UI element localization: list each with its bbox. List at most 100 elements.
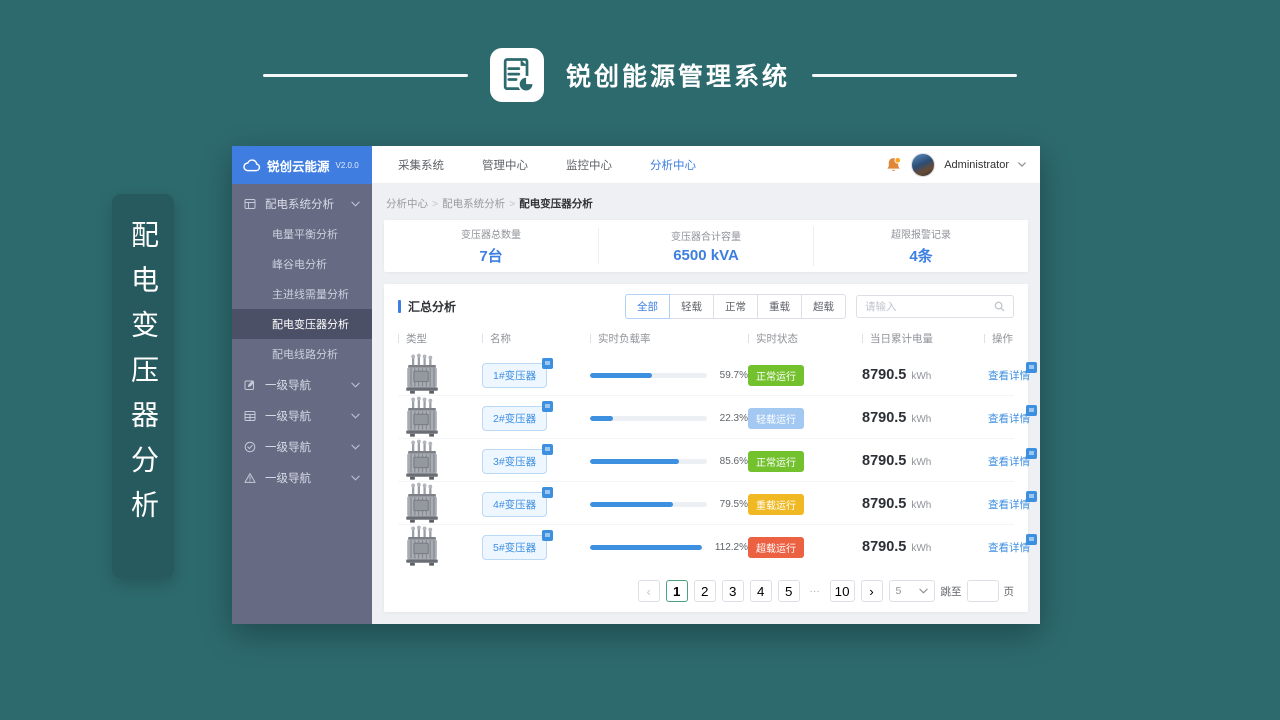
tag-report-icon bbox=[542, 486, 554, 498]
status-filter-group: 全部 轻载 正常 重载 超载 bbox=[625, 294, 846, 319]
pagination-page-5[interactable]: 5 bbox=[777, 580, 800, 602]
sidebar-menu: 配电系统分析 电量平衡分析 峰谷电分析 主进线需量分析 配电变压器分析 配电线路分析 一级导… bbox=[232, 184, 372, 624]
transformer-name-tag[interactable]: 3#变压器 bbox=[482, 443, 554, 474]
jump-page-input[interactable] bbox=[966, 580, 999, 602]
sidebar-section-label: 一级导航 bbox=[265, 379, 311, 392]
sidebar-section-label: 一级导航 bbox=[265, 441, 311, 454]
view-details-link[interactable]: 查看详情 bbox=[988, 491, 1037, 512]
sidebar-item-电量平衡分析[interactable]: 电量平衡分析 bbox=[232, 219, 372, 249]
pagination-page-10[interactable]: 10 bbox=[829, 580, 855, 602]
breadcrumb-item[interactable]: 分析中心 bbox=[386, 198, 428, 210]
system-title: 锐创能源管理系统 bbox=[565, 63, 790, 91]
app-logo-version: V2.0.0 bbox=[335, 160, 359, 170]
load-bar-track bbox=[590, 501, 707, 507]
caret-down-icon[interactable] bbox=[1018, 162, 1026, 167]
sidebar-item-峰谷电分析[interactable]: 峰谷电分析 bbox=[232, 249, 372, 279]
chevron-down-icon bbox=[351, 475, 360, 481]
search-icon[interactable] bbox=[994, 301, 1005, 312]
tag-report-icon bbox=[542, 529, 554, 541]
transformer-image bbox=[398, 439, 482, 483]
nav-item-管理中心[interactable]: 管理中心 bbox=[482, 157, 528, 173]
search-input[interactable] bbox=[865, 300, 994, 313]
page-background: 锐创能源管理系统 配电变压器分析 锐创云能源 V2.0.0 配电系统分析 电量平衡… bbox=[0, 0, 1280, 720]
name-cell: 3#变压器 bbox=[482, 443, 590, 474]
energy-unit: kWh bbox=[911, 500, 932, 511]
sidebar-item-配电变压器分析[interactable]: 配电变压器分析 bbox=[232, 309, 372, 339]
action-report-icon bbox=[1026, 405, 1037, 416]
nav-item-监控中心[interactable]: 监控中心 bbox=[566, 157, 612, 173]
sidebar-section-2[interactable]: 一级导航 bbox=[232, 400, 372, 431]
pagination-page-4[interactable]: 4 bbox=[749, 580, 772, 602]
nav-item-采集系统[interactable]: 采集系统 bbox=[398, 157, 444, 173]
pagination-page-3[interactable]: 3 bbox=[721, 580, 744, 602]
energy-value: 8790.5 bbox=[862, 496, 907, 512]
sidebar-section-1[interactable]: 一级导航 bbox=[232, 369, 372, 400]
name-cell: 2#变压器 bbox=[482, 400, 590, 431]
user-area: Administrator bbox=[885, 152, 1026, 177]
filter-button-轻载[interactable]: 轻载 bbox=[669, 294, 714, 319]
pagination-prev-button[interactable]: ‹ bbox=[637, 580, 660, 602]
filter-button-全部[interactable]: 全部 bbox=[625, 294, 670, 319]
sidebar-section-0[interactable]: 配电系统分析 bbox=[232, 188, 372, 219]
breadcrumb-item: 配电变压器分析 bbox=[519, 198, 593, 210]
load-rate-cell: 79.5% bbox=[590, 499, 748, 510]
transformer-name-tag[interactable]: 5#变压器 bbox=[482, 529, 554, 560]
decor-line-left bbox=[262, 73, 468, 77]
table-row: 4#变压器 79.5% 重载运行 8790.5 kWh 查看详情 bbox=[398, 482, 1037, 525]
pagination-page-2[interactable]: 2 bbox=[693, 580, 716, 602]
stat-card-2: 超限报警记录 4条 bbox=[813, 226, 1028, 266]
transformer-name-tag[interactable]: 4#变压器 bbox=[482, 486, 554, 517]
status-cell: 轻载运行 bbox=[748, 407, 862, 429]
filter-button-重载[interactable]: 重载 bbox=[757, 294, 802, 319]
column-header-类型: 类型 bbox=[398, 331, 482, 346]
load-percentage: 85.6% bbox=[719, 455, 748, 467]
breadcrumb-item[interactable]: 配电系统分析 bbox=[442, 198, 505, 210]
view-details-link[interactable]: 查看详情 bbox=[988, 534, 1037, 555]
chevron-down-icon bbox=[351, 201, 360, 207]
page-size-select[interactable]: 5 bbox=[888, 580, 935, 602]
nav-item-分析中心[interactable]: 分析中心 bbox=[650, 157, 696, 173]
load-rate-cell: 112.2% bbox=[590, 542, 748, 553]
sidebar-section-label: 一级导航 bbox=[265, 472, 311, 485]
sidebar-section-3[interactable]: 一级导航 bbox=[232, 431, 372, 462]
stats-summary-card: 变压器总数量 7台 变压器合计容量 6500 kVA 超限报警记录 4条 bbox=[384, 220, 1028, 272]
view-details-link[interactable]: 查看详情 bbox=[988, 405, 1037, 426]
energy-cell: 8790.5 kWh bbox=[862, 496, 984, 512]
view-details-link[interactable]: 查看详情 bbox=[988, 362, 1037, 383]
hero-header: 锐创能源管理系统 bbox=[0, 48, 1280, 102]
notification-bell-icon[interactable] bbox=[885, 156, 902, 174]
load-percentage: 112.2% bbox=[714, 541, 748, 553]
sidebar-item-配电线路分析[interactable]: 配电线路分析 bbox=[232, 339, 372, 369]
transformer-image bbox=[398, 353, 482, 397]
column-header-名称: 名称 bbox=[482, 331, 590, 346]
name-cell: 4#变压器 bbox=[482, 486, 590, 517]
tag-report-icon bbox=[542, 443, 554, 455]
user-name[interactable]: Administrator bbox=[944, 159, 1009, 171]
name-cell: 1#变压器 bbox=[482, 357, 590, 388]
energy-unit: kWh bbox=[911, 371, 932, 382]
logo-bar[interactable]: 锐创云能源 V2.0.0 bbox=[232, 146, 372, 184]
summary-panel: 汇总分析 全部 轻载 正常 重载 超载 请输入 类型 名称 实时负载率 实时状态… bbox=[384, 284, 1037, 612]
view-details-link[interactable]: 查看详情 bbox=[988, 448, 1037, 469]
column-header-当日累计电量: 当日累计电量 bbox=[862, 331, 984, 346]
pagination-page-1[interactable]: 1 bbox=[665, 580, 688, 602]
load-bar-track bbox=[590, 458, 707, 464]
stat-card-0: 变压器总数量 7台 bbox=[384, 226, 598, 266]
load-bar-fill bbox=[590, 501, 673, 507]
sidebar-item-主进线需量分析[interactable]: 主进线需量分析 bbox=[232, 279, 372, 309]
energy-cell: 8790.5 kWh bbox=[862, 453, 984, 469]
load-rate-cell: 85.6% bbox=[590, 456, 748, 467]
title-accent-bar bbox=[398, 300, 401, 313]
user-avatar[interactable] bbox=[911, 152, 936, 177]
top-navigation: 采集系统 管理中心 监控中心 分析中心 Administrator bbox=[372, 146, 1040, 184]
transformer-name-tag[interactable]: 1#变压器 bbox=[482, 357, 554, 388]
pagination-next-button[interactable]: › bbox=[860, 580, 883, 602]
chevron-down-icon bbox=[351, 444, 360, 450]
filter-button-正常[interactable]: 正常 bbox=[713, 294, 758, 319]
energy-value: 8790.5 bbox=[862, 367, 907, 383]
filter-button-超载[interactable]: 超载 bbox=[801, 294, 846, 319]
table-body: 1#变压器 59.7% 正常运行 8790.5 kWh 查看详情 2#变压器 22.3% 轻载运… bbox=[398, 353, 1037, 568]
jump-suffix: 页 bbox=[1003, 585, 1015, 598]
sidebar-section-4[interactable]: 一级导航 bbox=[232, 462, 372, 493]
transformer-name-tag[interactable]: 2#变压器 bbox=[482, 400, 554, 431]
